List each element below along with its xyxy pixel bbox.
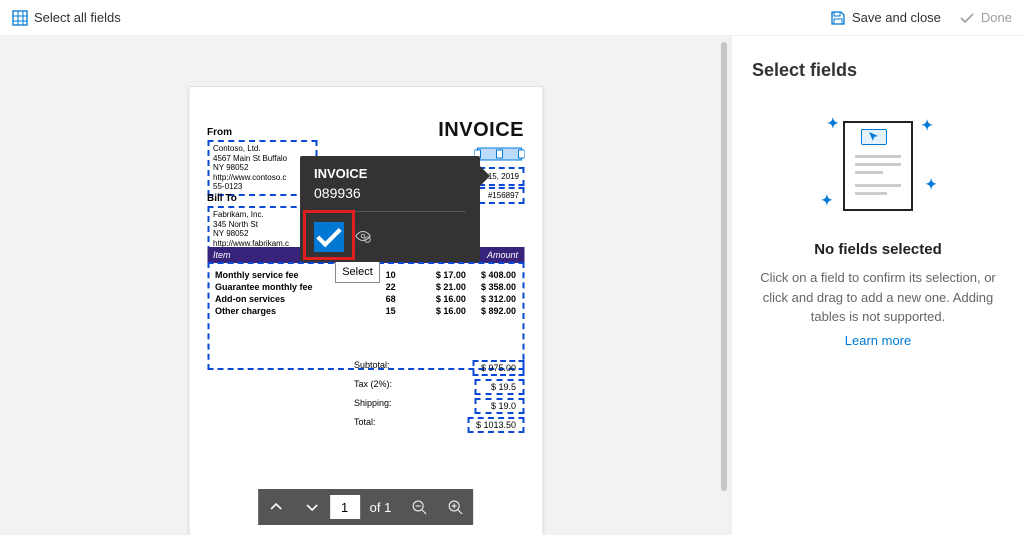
tax-field[interactable]: $ 19.5 [474, 379, 524, 395]
scrollbar[interactable] [717, 36, 731, 535]
table-row: Guarantee monthly fee22$ 21.00$ 358.00 [215, 282, 516, 292]
save-and-close-button[interactable]: Save and close [830, 10, 941, 26]
select-all-label: Select all fields [34, 10, 121, 25]
chevron-up-icon [269, 500, 283, 514]
field-popover: INVOICE 089936 [300, 156, 480, 262]
save-close-label: Save and close [852, 10, 941, 25]
empty-illustration: ✦✦✦✦ [823, 121, 933, 221]
document-canvas[interactable]: From Contoso, Ltd. 4567 Main St Buffalo … [0, 36, 732, 535]
empty-body: Click on a field to confirm its selectio… [752, 268, 1004, 327]
table-row: Other charges15$ 16.00$ 892.00 [215, 306, 516, 316]
eye-gear-icon [354, 227, 372, 245]
check-icon [959, 10, 975, 26]
shipping-field[interactable]: $ 19.0 [474, 398, 524, 414]
total-field[interactable]: $ 1013.50 [468, 417, 524, 433]
from-label: From [207, 127, 317, 138]
chevron-down-icon [305, 500, 319, 514]
zoom-in-button[interactable] [437, 489, 473, 525]
prev-page-button[interactable] [258, 489, 294, 525]
invoice-highlight-handles[interactable] [474, 143, 524, 165]
next-page-button[interactable] [294, 489, 330, 525]
done-label: Done [981, 10, 1012, 25]
learn-more-link[interactable]: Learn more [752, 333, 1004, 348]
popover-title: INVOICE [300, 156, 480, 185]
side-panel: Select fields ✦✦✦✦ No fields selected Cl… [732, 36, 1024, 535]
cursor-icon [861, 129, 887, 145]
zoom-out-button[interactable] [401, 489, 437, 525]
page-navigator: of 1 [258, 489, 474, 525]
totals: Subtotal:$ 975.00 Tax (2%):$ 19.5 Shippi… [354, 357, 524, 436]
select-tooltip: Select [335, 261, 380, 283]
zoom-in-icon [447, 499, 463, 515]
invoice-heading[interactable]: INVOICE [438, 119, 524, 142]
page-count: of 1 [360, 500, 402, 515]
check-icon [314, 222, 344, 252]
done-button: Done [959, 10, 1012, 26]
document-page[interactable]: From Contoso, Ltd. 4567 Main St Buffalo … [188, 86, 543, 535]
select-all-fields-button[interactable]: Select all fields [12, 10, 121, 26]
zoom-out-icon [411, 499, 427, 515]
table-row: Add-on services68$ 16.00$ 312.00 [215, 294, 516, 304]
subtotal-field[interactable]: $ 975.00 [473, 360, 524, 376]
view-options-button[interactable] [354, 227, 372, 248]
popover-value: 089936 [300, 185, 480, 211]
save-icon [830, 10, 846, 26]
empty-title: No fields selected [752, 241, 1004, 258]
confirm-field-button[interactable] [314, 222, 344, 252]
topbar: Select all fields Save and close Done [0, 0, 1024, 36]
panel-heading: Select fields [752, 60, 1004, 81]
grid-icon [12, 10, 28, 26]
page-input[interactable] [330, 495, 360, 519]
